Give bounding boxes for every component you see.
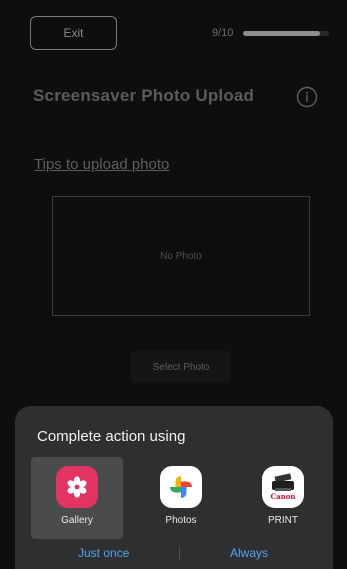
canon-print-icon: Canon <box>262 466 304 508</box>
info-icon[interactable] <box>296 86 318 108</box>
just-once-button[interactable]: Just once <box>78 546 129 560</box>
app-name-print: PRINT <box>268 515 298 526</box>
sheet-title: Complete action using <box>37 428 186 445</box>
top-bar: Exit 9/10 <box>0 0 347 70</box>
no-photo-label: No Photo <box>160 250 202 262</box>
page-title: Screensaver Photo Upload <box>33 86 255 105</box>
progress-fill <box>243 31 321 36</box>
screen: Exit 9/10 Screensaver Photo Upload Tips … <box>0 0 347 569</box>
always-button[interactable]: Always <box>230 546 268 560</box>
action-divider <box>179 547 180 560</box>
app-name-photos: Photos <box>165 515 197 526</box>
sheet-actions: Just once Always <box>15 542 333 568</box>
app-option-photos[interactable]: Photos <box>135 457 227 539</box>
photo-preview: No Photo <box>52 196 310 316</box>
progress-bar <box>243 31 329 36</box>
progress-label: 9/10 <box>212 27 234 39</box>
gallery-icon <box>56 466 98 508</box>
svg-text:Canon: Canon <box>271 492 296 501</box>
exit-button[interactable]: Exit <box>30 16 117 50</box>
app-name-gallery: Gallery <box>61 515 93 526</box>
app-chooser-sheet: Complete action using Gallery Photos Can… <box>15 406 333 569</box>
app-option-print[interactable]: Canon PRINT <box>237 457 329 539</box>
google-photos-icon <box>160 466 202 508</box>
tips-link[interactable]: Tips to upload photo <box>34 156 169 173</box>
select-photo-button[interactable]: Select Photo <box>131 351 231 383</box>
app-option-gallery[interactable]: Gallery <box>31 457 123 539</box>
